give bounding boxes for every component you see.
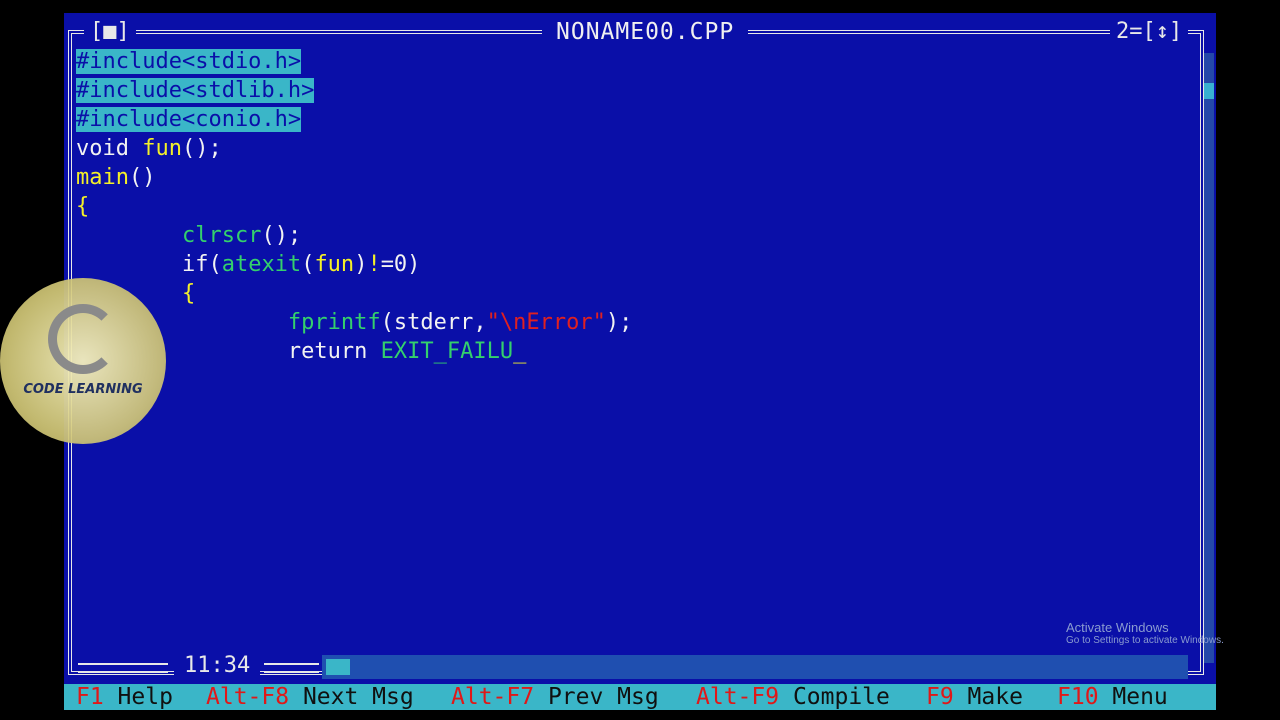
code-token: "\nError" (486, 310, 606, 335)
status-divider-mid (264, 663, 319, 673)
code-line[interactable]: #include<stdio.h> (76, 47, 302, 76)
code-token: ); (605, 310, 633, 335)
code-token: { (181, 281, 196, 306)
code-token: =0) (380, 252, 421, 277)
code-editor[interactable]: #include<stdio.h> #include<stdlib.h> #incl… (76, 47, 1186, 657)
function-key-shortcut: Alt-F7 (451, 684, 535, 710)
code-token: fprintf (287, 310, 381, 335)
function-key-bar: F1 Help Alt-F8 Next Msg Alt-F7 Prev Msg Alt… (64, 684, 1216, 710)
function-key-prev-msg[interactable]: Alt-F7 Prev Msg (451, 684, 659, 710)
code-token: () (128, 165, 156, 190)
code-line[interactable]: #include<conio.h> (76, 105, 302, 134)
function-key-shortcut: F10 (1057, 684, 1099, 710)
code-token: fun (314, 252, 355, 277)
code-token: if( (76, 252, 222, 277)
vertical-scroll-thumb[interactable] (1204, 83, 1214, 99)
code-token: atexit (221, 252, 302, 277)
status-divider-left (78, 663, 168, 673)
code-learning-logo-icon (48, 304, 118, 374)
code-token: #include<stdio.h> (76, 49, 302, 74)
function-key-help[interactable]: F1 Help (76, 684, 173, 710)
function-key-shortcut: Alt-F8 (206, 684, 290, 710)
function-key-next-msg[interactable]: Alt-F8 Next Msg (206, 684, 414, 710)
function-key-shortcut: Alt-F9 (696, 684, 780, 710)
activate-windows-subtitle: Go to Settings to activate Windows. (1066, 635, 1224, 646)
code-token: { (76, 194, 90, 219)
code-token: #include<conio.h> (76, 107, 302, 132)
horizontal-scroll-thumb[interactable] (326, 659, 350, 675)
channel-logo-watermark: CODE LEARNING (0, 278, 166, 444)
watermark-text: CODE LEARNING (23, 382, 143, 397)
activate-windows-title: Activate Windows (1066, 620, 1169, 635)
horizontal-scrollbar[interactable] (322, 655, 1188, 679)
function-key-label: Help (103, 684, 173, 710)
editor-title-bar: [■] NONAME00.CPP 2=[↕] (64, 19, 1216, 47)
function-key-label: Prev Msg (534, 684, 659, 710)
function-key-label: Compile (779, 684, 890, 710)
function-key-shortcut: F1 (76, 684, 104, 710)
function-key-compile[interactable]: Alt-F9 Compile (696, 684, 890, 710)
function-key-make[interactable]: F9 Make (926, 684, 1023, 710)
function-key-shortcut: F9 (926, 684, 954, 710)
code-token: void (76, 136, 143, 161)
file-name-title: NONAME00.CPP (542, 19, 749, 45)
code-line[interactable]: void fun(); (76, 134, 222, 163)
code-line[interactable]: #include<stdlib.h> (76, 76, 315, 105)
code-token: (); (181, 136, 222, 161)
window-close-button[interactable]: [■] (84, 19, 136, 45)
code-token: #include<stdlib.h> (76, 78, 315, 103)
function-key-label: Menu (1098, 684, 1168, 710)
function-key-label: Make (953, 684, 1023, 710)
turbo-c-ide: [■] NONAME00.CPP 2=[↕] #include<stdio.h>… (64, 13, 1216, 710)
code-token: fun (142, 136, 182, 161)
code-token: ! (367, 252, 381, 277)
code-line[interactable]: clrscr(); (76, 221, 301, 250)
code-line[interactable]: main() (76, 163, 155, 192)
code-line[interactable]: if(atexit(fun)!=0) (76, 250, 420, 279)
code-token: ( (301, 252, 315, 277)
vertical-scrollbar[interactable] (1204, 53, 1214, 663)
code-line[interactable]: { (76, 192, 89, 221)
function-key-menu[interactable]: F10 Menu (1057, 684, 1168, 710)
zoom-indicator-label: 2=[↕] (1116, 19, 1183, 44)
code-token: clrscr (181, 223, 262, 248)
code-token: _ (513, 339, 527, 364)
code-token: EXIT_FAILU (380, 339, 514, 364)
window-zoom-button[interactable]: 2=[↕] (1110, 19, 1189, 45)
activate-windows-notice: Activate Windows Go to Settings to activ… (1066, 620, 1224, 646)
code-token: main (76, 165, 129, 190)
close-button-label: [■] (90, 19, 130, 44)
cursor-position: 11:34 (174, 653, 261, 679)
code-token: ) (354, 252, 368, 277)
code-token: (stderr, (380, 310, 487, 335)
function-key-label: Next Msg (289, 684, 414, 710)
code-token: (); (261, 223, 302, 248)
